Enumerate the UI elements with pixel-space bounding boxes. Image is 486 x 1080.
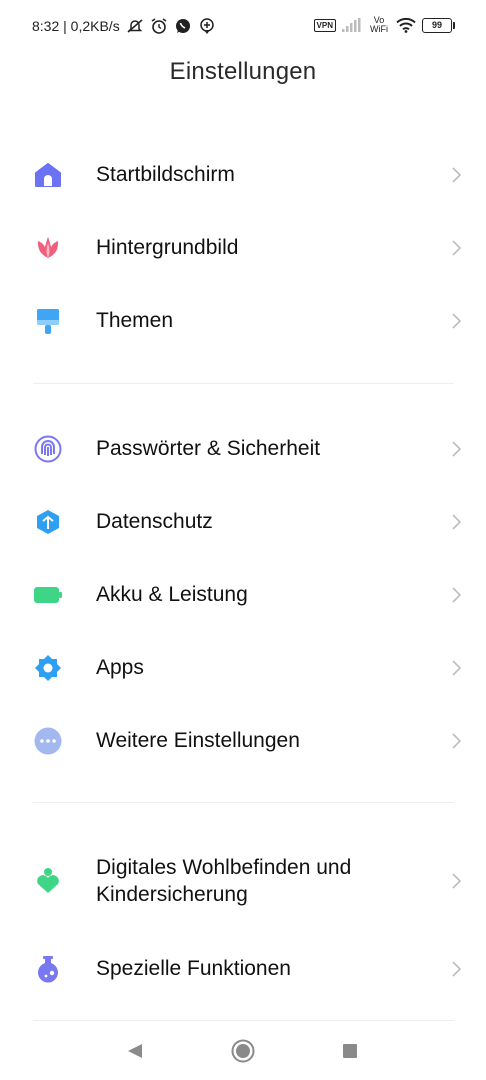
settings-item-label: Datenschutz [96,510,213,533]
wellbeing-icon [37,868,59,893]
alarm-icon [151,18,167,34]
status-right: VPN Vo WiFi 99 [313,16,455,34]
status-time-speed: 8:32 | 0,2KB/s [32,18,120,34]
back-icon[interactable] [122,1038,148,1064]
page-title: Einstellungen [169,58,317,85]
paint-brush-icon [37,309,59,334]
settings-item-label: Startbildschirm [96,163,235,186]
location-plus-icon [199,18,214,34]
home-icon [35,163,61,187]
chevron-right-icon [452,873,462,889]
chevron-right-icon [452,240,462,256]
signal-icon [342,18,361,32]
chevron-right-icon [452,961,462,977]
whatsapp-icon [175,19,190,33]
settings-item-akku-leistung[interactable]: Akku & Leistung [0,558,486,631]
potion-icon [38,956,58,983]
section-divider [33,383,454,384]
recents-icon[interactable] [337,1038,363,1064]
settings-item-hintergrundbild[interactable]: Hintergrundbild [0,211,486,284]
battery-indicator: 99 [422,17,455,33]
settings-item-themen[interactable]: Themen [0,284,486,357]
gear-icon [35,655,61,681]
chevron-right-icon [452,167,462,183]
settings-item-label: Themen [96,309,174,332]
status-bar: 8:32 | 0,2KB/s VPN Vo WiFi 99 [0,0,486,50]
settings-item-apps[interactable]: Apps [0,631,486,704]
vowifi-indicator: Vo WiFi [368,16,390,34]
vpn-badge: VPN [313,18,336,32]
muted-bell-icon [127,19,143,33]
home-button-icon[interactable] [230,1038,256,1064]
chevron-right-icon [452,660,462,676]
privacy-shield-icon [37,510,59,534]
more-dots-icon [34,727,62,755]
settings-item-label: Akku & Leistung [96,583,248,606]
status-left: 8:32 | 0,2KB/s [32,17,216,35]
fingerprint-icon [34,435,62,463]
settings-item-label: Hintergrundbild [96,236,239,259]
chevron-right-icon [452,733,462,749]
settings-item-datenschutz[interactable]: Datenschutz [0,485,486,558]
settings-item-passwoerter-sicherheit[interactable]: Passwörter & Sicherheit [0,412,486,485]
settings-item-label: Digitales Wohlbefinden und Kindersicheru… [96,856,352,906]
settings-item-startbildschirm[interactable]: Startbildschirm [0,138,486,211]
section-divider [33,802,454,803]
settings-item-digitales-wohlbefinden[interactable]: Digitales Wohlbefinden und Kindersicheru… [0,832,486,930]
navigation-bar [0,1020,486,1080]
tulip-icon [37,237,59,258]
wifi-icon [396,17,416,33]
chevron-right-icon [452,313,462,329]
settings-item-weitere-einstellungen[interactable]: Weitere Einstellungen [0,704,486,777]
vowifi-bottom: WiFi [370,24,388,34]
settings-item-label: Weitere Einstellungen [96,729,300,752]
settings-item-spezielle-funktionen[interactable]: Spezielle Funktionen [0,932,486,1005]
settings-item-label: Spezielle Funktionen [96,957,291,980]
battery-icon [34,587,62,603]
settings-item-label: Apps [96,656,144,679]
chevron-right-icon [452,441,462,457]
chevron-right-icon [452,587,462,603]
settings-item-label: Passwörter & Sicherheit [96,437,321,460]
chevron-right-icon [452,514,462,530]
